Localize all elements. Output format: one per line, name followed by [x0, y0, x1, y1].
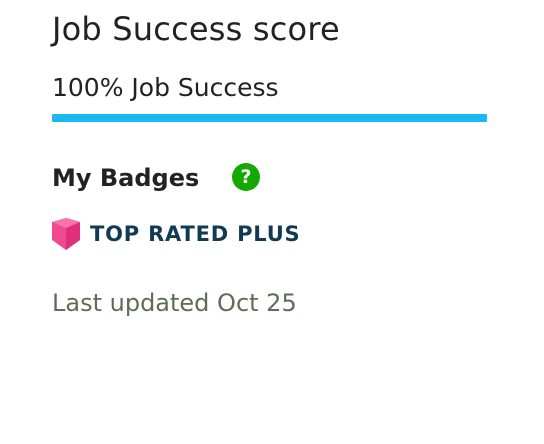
badges-heading: My Badges [52, 164, 200, 192]
job-success-progress-fill [52, 114, 487, 122]
job-success-score: 100% Job Success [52, 73, 279, 102]
job-success-progress-bar [52, 114, 487, 122]
question-circle-icon[interactable]: ? [232, 163, 260, 191]
top-rated-plus-badge-icon [52, 218, 80, 250]
page-title: Job Success score [52, 10, 340, 48]
badge-label: TOP RATED PLUS [90, 222, 301, 246]
last-updated-text: Last updated Oct 25 [52, 289, 297, 317]
